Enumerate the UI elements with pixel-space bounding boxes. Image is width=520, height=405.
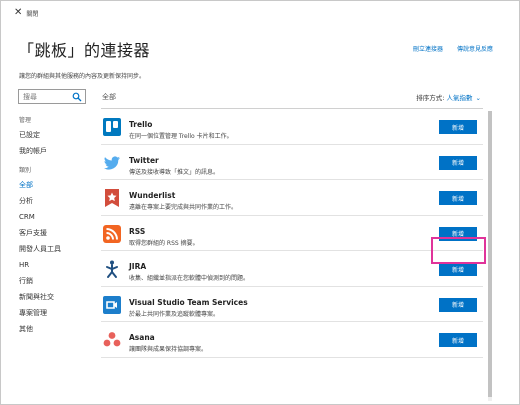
connector-row-rss: RSS 取得您群組的 RSS 摘要。 新增 xyxy=(101,216,483,251)
sidebar-item-developer-tools[interactable]: 開發人員工具 xyxy=(19,241,61,257)
connectors-dialog: ✕ 關閉 「跳板」的連接器 刪立連接器 傳說意見反應 讓您的群組與其他服務的內容… xyxy=(0,0,520,405)
sidebar-heading-manage: 管理 xyxy=(19,117,32,124)
sidebar-item-marketing[interactable]: 行銷 xyxy=(19,273,61,289)
sort-label: 排序方式: xyxy=(416,94,447,102)
rss-highlight-box xyxy=(431,237,486,264)
connector-row-twitter: Twitter 傳送及接收導致「推文」的訊息。 新增 xyxy=(101,145,483,180)
sidebar-item-project-management[interactable]: 專案管理 xyxy=(19,305,61,321)
connector-description: 傳送及接收導致「推文」的訊息。 xyxy=(129,168,220,176)
add-trello-button[interactable]: 新增 xyxy=(439,120,477,134)
wunderlist-icon xyxy=(102,188,122,208)
connector-description: 在同一個位置管理 Trello 卡片和工作。 xyxy=(129,133,233,140)
rss-icon xyxy=(102,224,122,244)
sidebar-item-hr[interactable]: HR xyxy=(19,257,61,273)
search-placeholder: 搜尋 xyxy=(23,92,37,101)
top-links: 刪立連接器 傳說意見反應 xyxy=(413,44,493,53)
connector-row-asana: Asana 讓團隊與成果保持協調專案。 新增 xyxy=(101,322,483,358)
chevron-down-icon: ⌄ xyxy=(475,94,481,102)
sidebar-item-my-account[interactable]: 我的帳戶 xyxy=(19,143,61,159)
connector-name: Visual Studio Team Services xyxy=(129,297,248,307)
connector-row-jira: JIRA 收集、組織並指派在您軟體中偵測到的問題。 新增 xyxy=(101,251,483,287)
connector-description: 遠離在專案上要完成與共同作業的工作。 xyxy=(129,204,238,211)
add-wunderlist-button[interactable]: 新增 xyxy=(439,191,477,205)
add-jira-button[interactable]: 新增 xyxy=(439,262,477,276)
connector-name: Asana xyxy=(129,333,155,342)
sort-value: 人氣指數 xyxy=(446,94,473,102)
sidebar-item-configured[interactable]: 已設定 xyxy=(19,127,61,143)
close-label: 關閉 xyxy=(26,10,39,18)
connector-name: Trello xyxy=(129,120,153,129)
connector-description: 收集、組織並指派在您軟體中偵測到的問題。 xyxy=(129,275,250,282)
sidebar-item-news-social[interactable]: 新聞與社交 xyxy=(19,289,61,305)
jira-icon xyxy=(102,259,122,279)
page-title: 「跳板」的連接器 xyxy=(18,41,151,60)
sidebar-item-crm[interactable]: CRM xyxy=(19,209,61,225)
sidebar-item-analytics[interactable]: 分析 xyxy=(19,193,61,209)
list-heading: 全部 xyxy=(102,93,116,101)
twitter-icon xyxy=(102,153,122,173)
close-icon: ✕ xyxy=(14,7,23,18)
feedback-link[interactable]: 傳說意見反應 xyxy=(457,44,493,53)
add-asana-button[interactable]: 新增 xyxy=(439,333,477,347)
search-icon[interactable] xyxy=(72,92,82,102)
connector-description: 取得您群組的 RSS 摘要。 xyxy=(129,239,199,247)
sidebar-item-other[interactable]: 其他 xyxy=(19,321,61,337)
search-input[interactable]: 搜尋 xyxy=(18,89,86,104)
connector-description: 於最上共同作業及追蹤軟體專案。 xyxy=(129,310,220,318)
sidebar-heading-category: 類別 xyxy=(19,167,32,174)
trello-icon xyxy=(102,117,122,137)
scrollbar-thumb[interactable] xyxy=(488,111,492,397)
scrollbar[interactable] xyxy=(488,111,492,401)
connector-description: 讓團隊與成果保持協調專案。 xyxy=(129,346,208,353)
connector-row-vsts: Visual Studio Team Services 於最上共同作業及追蹤軟體… xyxy=(101,287,483,322)
vsts-icon xyxy=(102,295,122,315)
add-vsts-button[interactable]: 新增 xyxy=(439,297,477,312)
sort-dropdown[interactable]: 排序方式: 人氣指數 ⌄ xyxy=(416,92,481,102)
connector-name: Wunderlist xyxy=(129,191,176,200)
asana-icon xyxy=(102,330,122,350)
sidebar-item-all[interactable]: 全部 xyxy=(19,177,61,193)
connector-list: Trello 在同一個位置管理 Trello 卡片和工作。 新增 Twitter… xyxy=(101,109,483,358)
connector-row-trello: Trello 在同一個位置管理 Trello 卡片和工作。 新增 xyxy=(101,109,483,145)
connector-row-wunderlist: Wunderlist 遠離在專案上要完成與共同作業的工作。 新增 xyxy=(101,180,483,216)
sidebar-item-customer-support[interactable]: 客戶支援 xyxy=(19,225,61,241)
close-button[interactable]: ✕ 關閉 xyxy=(14,8,38,18)
connector-name: JIRA xyxy=(129,262,147,271)
add-connector-link[interactable]: 刪立連接器 xyxy=(413,44,443,53)
connector-name: RSS xyxy=(129,226,146,236)
add-twitter-button[interactable]: 新增 xyxy=(439,155,477,170)
page-description: 讓您的群組與其他服務的內容及更新保持同步。 xyxy=(19,73,146,80)
sidebar: 管理 已設定 我的帳戶 類別 全部 分析 CRM 客戶支援 開發人員工具 HR … xyxy=(19,115,61,337)
connector-name: Twitter xyxy=(129,155,159,165)
